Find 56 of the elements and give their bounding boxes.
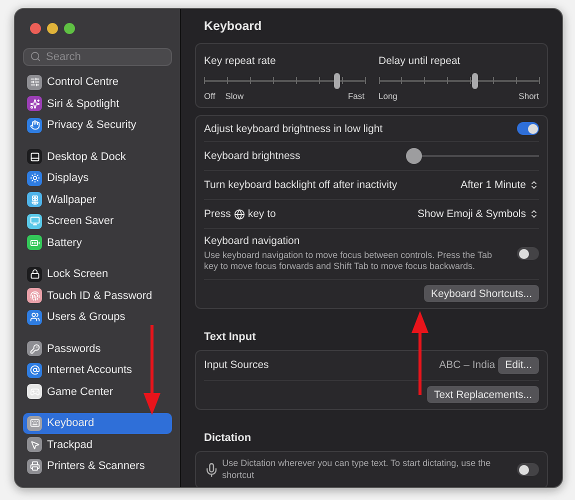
microphone-icon [204, 462, 220, 478]
sidebar-item[interactable]: Desktop & Dock [23, 146, 172, 168]
edit-button[interactable]: Edit... [498, 356, 539, 374]
globe-icon [234, 208, 245, 220]
sidebar-item[interactable]: Wallpaper [23, 189, 172, 210]
shortcuts-button[interactable]: Keyboard Shortcuts... [424, 285, 539, 302]
slider-label: Key repeat rate [204, 55, 276, 67]
zoom-button[interactable] [64, 23, 75, 34]
toggle-switch[interactable] [517, 122, 539, 135]
sidebar-item[interactable]: Printers & Scanners [23, 456, 172, 477]
page-title: Keyboard [203, 19, 263, 35]
slider-caption: Slow [225, 91, 244, 101]
close-button[interactable] [30, 23, 41, 34]
toggle-switch[interactable] [517, 247, 539, 260]
section-title: Text Input [203, 330, 257, 344]
chevron-icon [529, 209, 539, 219]
chevron-icon [529, 180, 539, 190]
slider-caption: Fast [348, 91, 364, 101]
popup-menu[interactable]: After 1 Minute [460, 179, 539, 191]
setting-label: Press [204, 208, 231, 220]
sidebar-item[interactable]: Game Center [23, 381, 172, 402]
sidebar-item[interactable]: Passwords [23, 338, 172, 360]
repeat-slider[interactable] [204, 73, 364, 89]
sidebar-item[interactable]: Internet Accounts [23, 360, 172, 381]
sidebar-item[interactable]: Touch ID & Password [23, 285, 172, 306]
setting-description: Use keyboard navigation to move focus between controls. Press the Tab key to move focus forwards and Shift Tab to move focus backwards. [204, 250, 493, 272]
sidebar-item[interactable]: Control Centre [23, 72, 172, 93]
setting-label: Keyboard navigation [204, 235, 301, 247]
setting-value: ABC – India [439, 359, 496, 371]
slider-caption: Off [204, 91, 216, 101]
sidebar-item[interactable]: Keyboard [23, 412, 172, 434]
setting-label: key to [248, 208, 276, 220]
popup-menu[interactable]: Show Emoji & Symbols [417, 208, 539, 220]
minimize-button[interactable] [47, 23, 58, 34]
sidebar-item[interactable]: Trackpad [23, 434, 172, 456]
sidebar-item[interactable]: Users & Groups [23, 306, 172, 328]
search-icon [30, 51, 41, 62]
setting-label: Keyboard brightness [204, 150, 300, 162]
sidebar-item[interactable]: Lock Screen [23, 264, 172, 285]
sidebar-item[interactable]: Privacy & Security [23, 114, 172, 136]
setting-label: Turn keyboard backlight off after inactivity [204, 179, 398, 191]
setting-label: Input Sources [204, 359, 269, 371]
section-title: Dictation [203, 432, 252, 446]
brightness-slider[interactable] [406, 148, 539, 164]
sidebar-item[interactable]: Screen Saver [23, 210, 172, 232]
slider-caption: Short [518, 91, 539, 101]
setting-label: Adjust keyboard brightness in low light [204, 122, 383, 134]
replacements-button[interactable]: Text Replacements... [426, 386, 539, 403]
toggle-switch[interactable] [517, 463, 539, 476]
repeat-slider[interactable] [378, 73, 539, 89]
slider-label: Delay until repeat [378, 55, 460, 67]
setting-description: Use Dictation wherever you can type text. To start dictating, use the shortcut [222, 458, 492, 481]
sidebar-item[interactable]: Battery [23, 232, 172, 254]
slider-caption: Long [378, 91, 398, 101]
sidebar-item[interactable]: Displays [23, 168, 172, 189]
sidebar-item[interactable]: Siri & Spotlight [23, 93, 172, 114]
